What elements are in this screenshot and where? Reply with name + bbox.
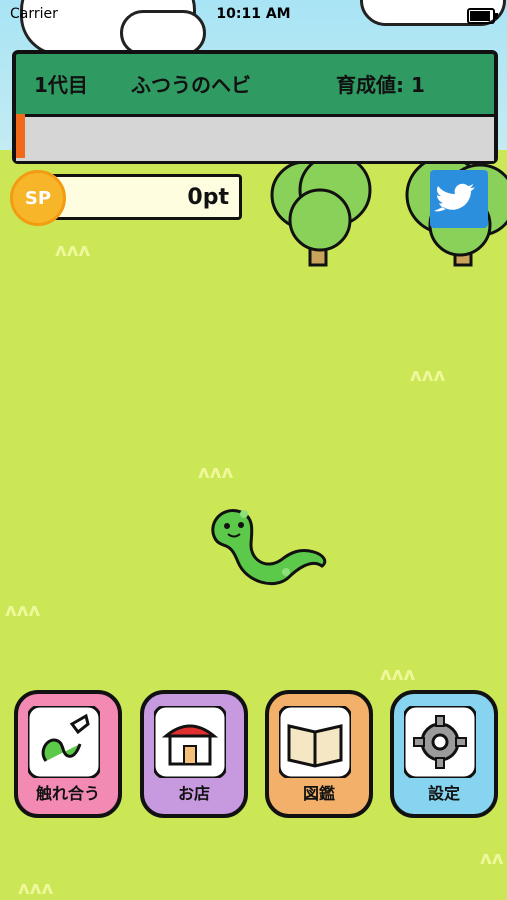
shop-button[interactable]: お店	[140, 690, 248, 818]
status-bar: Carrier 10:11 AM	[0, 0, 507, 28]
sp-bar: 0pt	[40, 174, 242, 220]
grass-tuft: ʌʌʌ	[198, 462, 234, 483]
grass-tuft: ʌʌʌ	[55, 240, 91, 261]
growth-progress-fill	[16, 114, 25, 158]
grass-tuft: ʌʌʌ	[5, 600, 41, 621]
twitter-button[interactable]	[430, 170, 488, 228]
snake-type-text: ふつうのヘビ	[131, 73, 251, 97]
encyclopedia-label: 図鑑	[302, 784, 335, 803]
shop-icon	[154, 706, 226, 778]
growth-text: 育成値: 1	[336, 73, 425, 97]
shop-label: お店	[177, 784, 210, 803]
grass-tuft: ʌʌʌ	[410, 365, 446, 386]
grass-tuft: ʌʌʌ	[380, 664, 416, 685]
interact-button[interactable]: 触れ合う	[14, 690, 122, 818]
settings-label: 設定	[427, 784, 460, 803]
grass-tuft: ʌʌ	[480, 848, 504, 869]
twitter-bird-icon	[434, 183, 475, 212]
carrier-text: Carrier	[10, 6, 58, 22]
grass-tuft: ʌʌʌ	[18, 878, 54, 899]
settings-button[interactable]: 設定	[390, 690, 498, 818]
tree	[270, 153, 372, 267]
generation-text: 1代目	[34, 73, 88, 97]
sp-value: 0pt	[187, 185, 229, 210]
sp-coin-icon: SP	[10, 170, 66, 226]
status-panel: 1代目 ふつうのヘビ 育成値: 1	[12, 50, 498, 164]
growth-progress-track	[16, 114, 494, 161]
book-icon	[279, 706, 351, 778]
snake-character	[211, 509, 327, 586]
gear-icon	[404, 706, 476, 778]
interact-label: 触れ合う	[35, 784, 100, 803]
encyclopedia-button[interactable]: 図鑑	[265, 690, 373, 818]
snake-hand-icon	[28, 706, 100, 778]
battery-icon	[467, 8, 498, 24]
clock-text: 10:11 AM	[216, 6, 291, 22]
